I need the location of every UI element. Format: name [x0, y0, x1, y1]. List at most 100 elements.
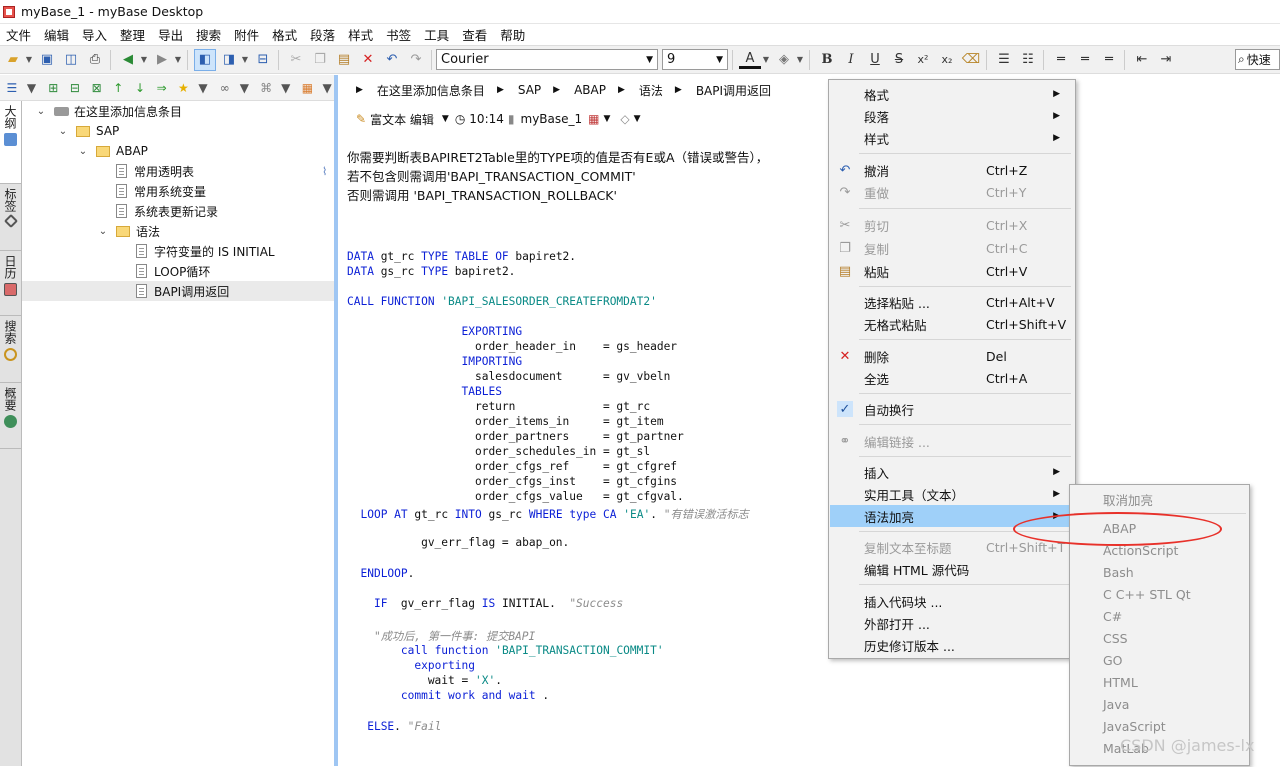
chevron-down-icon[interactable]: ⌄: [76, 146, 90, 157]
tree-node-root[interactable]: ⌄ 在这里添加信息条目: [34, 101, 182, 121]
menu-view[interactable]: 查看: [456, 25, 494, 44]
cut-icon[interactable]: ✂: [285, 49, 307, 71]
menu-item-undo[interactable]: ↶ 撤消 Ctrl+Z: [830, 159, 1074, 181]
breadcrumb-item[interactable]: 语法: [639, 82, 663, 99]
tab-calendar[interactable]: 日历: [0, 251, 21, 316]
menu-item-paste-special[interactable]: 选择粘贴 ... Ctrl+Alt+V: [830, 291, 1074, 313]
strikethrough-icon[interactable]: S: [888, 49, 910, 71]
quick-search-input[interactable]: ⌕ 快速: [1235, 49, 1280, 70]
print-icon[interactable]: ⎙: [84, 49, 106, 71]
pane-icon[interactable]: ◨: [218, 49, 240, 71]
menu-paragraph[interactable]: 段落: [304, 25, 342, 44]
link-icon[interactable]: ∞: [215, 77, 235, 99]
forward-icon[interactable]: ▶: [151, 49, 173, 71]
tree-node-sap[interactable]: ⌄ SAP: [56, 121, 120, 141]
edit-mode-button[interactable]: 富文本 编辑: [370, 111, 434, 128]
menu-search[interactable]: 搜索: [190, 25, 228, 44]
tag-icon[interactable]: ◇: [620, 112, 629, 126]
submenu-item-bash[interactable]: Bash: [1103, 565, 1134, 580]
star-dropdown-icon[interactable]: ▼: [193, 77, 213, 99]
menu-item-insert-code[interactable]: 插入代码块 ...: [830, 590, 1074, 612]
tag-icon[interactable]: ⌘: [256, 77, 276, 99]
chevron-down-icon[interactable]: ▼: [634, 114, 641, 124]
menu-item-redo[interactable]: ↷ 重做 Ctrl+Y: [830, 181, 1074, 203]
menu-item-text-tools[interactable]: 实用工具（文本） ▶: [830, 483, 1074, 505]
chevron-down-icon[interactable]: ⌄: [56, 126, 70, 137]
menu-edit[interactable]: 编辑: [38, 25, 76, 44]
italic-icon[interactable]: I: [840, 49, 862, 71]
menu-attachment[interactable]: 附件: [228, 25, 266, 44]
subscript-icon[interactable]: x₂: [936, 49, 958, 71]
submenu-item-cpp[interactable]: C C++ STL Qt: [1103, 587, 1191, 602]
menu-organize[interactable]: 整理: [114, 25, 152, 44]
tree-node-item[interactable]: LOOP循环: [136, 261, 210, 281]
menu-item-paragraph[interactable]: 段落 ▶: [830, 105, 1074, 127]
forward-dropdown-icon[interactable]: ▼: [173, 49, 183, 71]
numbered-list-icon[interactable]: ☰: [993, 49, 1015, 71]
add-sibling-icon[interactable]: ⊟: [65, 77, 85, 99]
pane-dropdown-icon[interactable]: ▼: [240, 49, 250, 71]
menu-export[interactable]: 导出: [152, 25, 190, 44]
menu-item-cut[interactable]: ✂ 剪切 Ctrl+X: [830, 214, 1074, 236]
tree-node-item[interactable]: 系统表更新记录: [116, 201, 218, 221]
submenu-item-javascript[interactable]: JavaScript: [1103, 719, 1166, 734]
back-dropdown-icon[interactable]: ▼: [139, 49, 149, 71]
menu-item-insert[interactable]: 插入 ▶: [830, 461, 1074, 483]
align-icon[interactable]: ═: [1098, 49, 1120, 71]
delete-icon[interactable]: ✕: [357, 49, 379, 71]
table-icon[interactable]: ▦: [298, 77, 318, 99]
tree-node-abap[interactable]: ⌄ ABAP: [76, 141, 148, 161]
menu-import[interactable]: 导入: [76, 25, 114, 44]
menu-item-select-all[interactable]: 全选 Ctrl+A: [830, 367, 1074, 389]
chevron-down-icon[interactable]: ▼: [604, 114, 611, 124]
highlight-dropdown-icon[interactable]: ▼: [795, 49, 805, 71]
font-size-select[interactable]: 9 ▼: [662, 49, 728, 70]
calendar-icon[interactable]: ▦: [588, 112, 599, 126]
move-down-icon[interactable]: ↓: [130, 77, 150, 99]
submenu-item-java[interactable]: Java: [1103, 697, 1129, 712]
menu-file[interactable]: 文件: [0, 25, 38, 44]
add-child-icon[interactable]: ⊞: [43, 77, 63, 99]
chevron-down-icon[interactable]: ▼: [442, 114, 449, 124]
font-color-icon[interactable]: A: [739, 51, 761, 69]
menu-item-open-external[interactable]: 外部打开 ...: [830, 612, 1074, 634]
move-right-icon[interactable]: ⇒: [152, 77, 172, 99]
bullet-list-icon[interactable]: ☷: [1017, 49, 1039, 71]
outdent-icon[interactable]: ⇤: [1131, 49, 1153, 71]
menu-item-history[interactable]: 历史修订版本 ...: [830, 634, 1074, 656]
menu-item-edit-html[interactable]: 编辑 HTML 源代码: [830, 558, 1074, 580]
link-dropdown-icon[interactable]: ▼: [235, 77, 255, 99]
star-icon[interactable]: ★: [174, 77, 194, 99]
font-color-dropdown-icon[interactable]: ▼: [761, 49, 771, 71]
open-icon[interactable]: ▰: [2, 49, 24, 71]
tab-tags[interactable]: 标签: [0, 184, 21, 251]
submenu-item-html[interactable]: HTML: [1103, 675, 1138, 690]
tree-node-item[interactable]: 字符变量的 IS INITIAL: [136, 241, 275, 261]
outline-dropdown-icon[interactable]: ▼: [22, 77, 42, 99]
tree-node-grammar[interactable]: ⌄ 语法: [96, 221, 160, 241]
tree-node-item[interactable]: 常用透明表: [116, 161, 194, 181]
bold-icon[interactable]: B: [816, 49, 838, 71]
underline-icon[interactable]: U: [864, 49, 886, 71]
indent-icon[interactable]: ⇥: [1155, 49, 1177, 71]
submenu-item-none[interactable]: 取消加亮: [1103, 490, 1153, 509]
menu-bookmark[interactable]: 书签: [380, 25, 418, 44]
open-dropdown-icon[interactable]: ▼: [24, 49, 34, 71]
save-icon[interactable]: ▣: [36, 49, 58, 71]
submenu-item-css[interactable]: CSS: [1103, 631, 1128, 646]
menu-help[interactable]: 帮助: [494, 25, 532, 44]
tree-node-item[interactable]: 常用系统变量: [116, 181, 206, 201]
copy-icon[interactable]: ❐: [309, 49, 331, 71]
breadcrumb-item[interactable]: ABAP: [574, 83, 606, 97]
breadcrumb-item[interactable]: SAP: [518, 83, 541, 97]
menu-format[interactable]: 格式: [266, 25, 304, 44]
submenu-item-csharp[interactable]: C#: [1103, 609, 1122, 624]
breadcrumb-item[interactable]: 在这里添加信息条目: [377, 82, 485, 99]
menu-item-delete[interactable]: ✕ 删除 Del: [830, 345, 1074, 367]
font-family-select[interactable]: Courier ▼: [436, 49, 658, 70]
menu-item-edit-link[interactable]: ⚭ 编辑链接 ...: [830, 430, 1074, 452]
breadcrumb-item[interactable]: BAPI调用返回: [696, 82, 771, 99]
highlight-icon[interactable]: ◈: [773, 49, 795, 71]
paste-icon[interactable]: ▤: [333, 49, 355, 71]
menu-item-format[interactable]: 格式 ▶: [830, 83, 1074, 105]
